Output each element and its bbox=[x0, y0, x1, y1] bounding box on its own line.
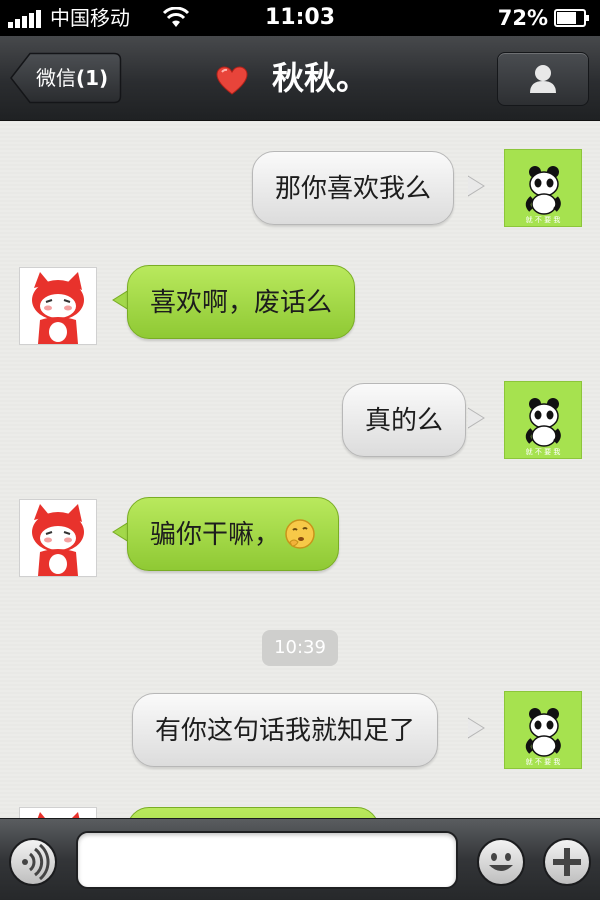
message-bubble-sent[interactable]: 真的么 bbox=[342, 383, 467, 457]
message-text: 有你这句话我就知足了 bbox=[155, 716, 416, 746]
heart-icon bbox=[216, 66, 248, 95]
battery-icon bbox=[554, 9, 589, 27]
person-icon bbox=[530, 65, 556, 93]
panda-avatar-icon: 就 不 要 我 bbox=[526, 708, 561, 766]
fox-avatar-icon bbox=[32, 504, 84, 576]
my-avatar[interactable]: 就 不 要 我 bbox=[504, 691, 582, 769]
my-avatar[interactable]: 就 不 要 我 bbox=[504, 381, 582, 459]
bubble-tail bbox=[468, 717, 485, 739]
message-list[interactable]: 那你喜欢我么 就 不 要 我 喜欢啊，废话么 真的么 就 不 要 我 骗你干嘛，… bbox=[0, 121, 600, 818]
message-text: 喜欢啊，废话么 bbox=[150, 288, 333, 318]
input-toolbar bbox=[0, 818, 600, 900]
message-text: 那你喜欢我么 bbox=[275, 174, 432, 204]
timestamp-divider: 10:39 bbox=[262, 630, 338, 666]
chat-title: 秋秋。 bbox=[272, 59, 369, 97]
profile-button[interactable] bbox=[497, 52, 589, 106]
message-text: 骗你干嘛， bbox=[150, 520, 281, 550]
contact-avatar[interactable] bbox=[19, 807, 97, 818]
fox-avatar-icon bbox=[37, 812, 80, 818]
thinking-face-emoji bbox=[285, 518, 315, 549]
message-bubble-sent[interactable]: 有你这句话我就知足了 bbox=[132, 693, 439, 767]
bubble-tail bbox=[468, 407, 485, 429]
panda-avatar-icon: 就 不 要 我 bbox=[526, 166, 561, 224]
message-bubble-sent[interactable]: 那你喜欢我么 bbox=[252, 151, 455, 225]
back-label-text: 微信 bbox=[36, 66, 76, 90]
message-input[interactable] bbox=[76, 831, 458, 889]
fox-avatar-icon bbox=[32, 272, 84, 344]
my-avatar[interactable]: 就 不 要 我 bbox=[504, 149, 582, 227]
message-text: 真的么 bbox=[365, 406, 444, 436]
status-bar: 中国移动 11:03 72% bbox=[0, 0, 600, 36]
bubble-tail bbox=[468, 175, 485, 197]
back-button-label: 微信(1) bbox=[36, 52, 108, 104]
panda-avatar-icon: 就 不 要 我 bbox=[526, 398, 561, 456]
contact-avatar[interactable] bbox=[19, 267, 97, 345]
voice-input-button[interactable] bbox=[8, 837, 58, 887]
chat-screen: 中国移动 11:03 72% 微信(1) 秋秋。 那你喜欢我么 就 不 要 我 … bbox=[0, 0, 600, 900]
message-bubble-received[interactable] bbox=[127, 807, 379, 818]
message-bubble-received[interactable]: 骗你干嘛， bbox=[127, 497, 340, 571]
add-attachment-button[interactable] bbox=[542, 837, 592, 887]
battery-percentage: 72% bbox=[497, 6, 548, 30]
emoji-button[interactable] bbox=[476, 837, 526, 887]
navigation-bar: 微信(1) 秋秋。 bbox=[0, 36, 600, 121]
avatar-caption: 就 不 要 我 bbox=[526, 757, 561, 766]
avatar-caption: 就 不 要 我 bbox=[526, 447, 561, 456]
unread-count: (1) bbox=[76, 66, 109, 90]
avatar-caption: 就 不 要 我 bbox=[526, 215, 561, 224]
contact-avatar[interactable] bbox=[19, 499, 97, 577]
message-bubble-received[interactable]: 喜欢啊，废话么 bbox=[127, 265, 356, 339]
back-button[interactable]: 微信(1) bbox=[10, 52, 122, 104]
